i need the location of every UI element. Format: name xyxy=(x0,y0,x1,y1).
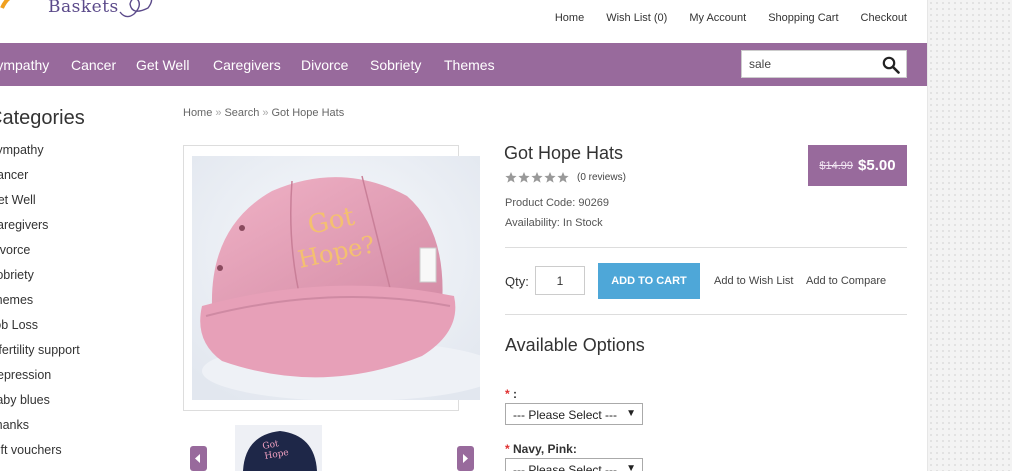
breadcrumb-home[interactable]: Home xyxy=(183,107,212,119)
category-item[interactable]: Gift vouchers xyxy=(0,444,80,469)
product-code-value: 90269 xyxy=(578,197,609,209)
logo-swirl-icon xyxy=(119,0,153,18)
option-select-value: --- Please Select --- xyxy=(513,463,618,471)
chevron-left-icon xyxy=(195,454,200,463)
star-icon xyxy=(518,172,530,183)
reviews-link[interactable]: (0 reviews) xyxy=(577,172,626,183)
price-box: $14.99 $5.00 xyxy=(808,145,907,186)
category-item[interactable]: Get Well xyxy=(0,194,80,219)
availability-label: Availability: xyxy=(505,217,560,229)
option-label-text: : xyxy=(513,387,518,401)
top-links: Home Wish List (0) My Account Shopping C… xyxy=(555,12,907,24)
search-box xyxy=(741,50,907,78)
add-to-cart-button[interactable]: ADD TO CART xyxy=(598,263,700,299)
page-gutter xyxy=(927,0,1012,471)
breadcrumb-current[interactable]: Got Hope Hats xyxy=(271,107,344,119)
price-old: $14.99 xyxy=(819,159,854,172)
category-item[interactable]: Baby blues xyxy=(0,394,80,419)
categories-title: Categories xyxy=(0,107,85,129)
category-item[interactable]: Job Loss xyxy=(0,319,80,344)
nav-item-divorce[interactable]: Divorce xyxy=(301,57,348,73)
star-icon xyxy=(531,172,543,183)
nav-item-caregivers[interactable]: Caregivers xyxy=(213,57,281,73)
required-marker: * xyxy=(505,387,510,401)
breadcrumb-separator: » xyxy=(215,107,222,119)
main-nav: Sympathy Cancer Get Well Caregivers Divo… xyxy=(0,43,927,86)
divider xyxy=(505,314,907,315)
thumbnail-next-button[interactable] xyxy=(457,446,474,471)
option-select-color[interactable]: --- Please Select --- ▼ xyxy=(505,458,643,471)
rating-stars xyxy=(505,172,569,183)
category-item[interactable]: Thanks xyxy=(0,419,80,444)
available-options-title: Available Options xyxy=(505,335,645,355)
product-title: Got Hope Hats xyxy=(504,143,624,163)
option-label-navy-pink: * Navy, Pink: xyxy=(505,442,577,456)
product-thumbnail-navy-hat[interactable]: Got Hope xyxy=(235,425,322,471)
add-to-compare-link[interactable]: Add to Compare xyxy=(806,275,886,287)
top-link-wishlist[interactable]: Wish List (0) xyxy=(606,12,667,24)
availability-value: In Stock xyxy=(562,217,603,229)
star-icon xyxy=(544,172,556,183)
nav-item-themes[interactable]: Themes xyxy=(444,57,495,73)
nav-item-sympathy[interactable]: Sympathy xyxy=(0,57,49,73)
category-item[interactable]: Cancer xyxy=(0,169,80,194)
divider xyxy=(505,247,907,248)
add-to-wishlist-link[interactable]: Add to Wish List xyxy=(714,275,793,287)
dropdown-arrow-icon: ▼ xyxy=(626,463,636,471)
category-item[interactable]: Themes xyxy=(0,294,80,319)
option-select[interactable]: --- Please Select --- ▼ xyxy=(505,403,643,425)
price-new: $5.00 xyxy=(858,157,896,174)
option-select-value: --- Please Select --- xyxy=(513,408,618,422)
category-item[interactable]: Depression xyxy=(0,369,80,394)
category-item[interactable]: Divorce xyxy=(0,244,80,269)
star-icon xyxy=(557,172,569,183)
product-code: Product Code: 90269 xyxy=(505,197,609,209)
category-item[interactable]: Infertility support xyxy=(0,344,80,369)
thumbnail-prev-button[interactable] xyxy=(190,446,207,471)
top-link-checkout[interactable]: Checkout xyxy=(861,12,907,24)
availability: Availability: In Stock xyxy=(505,217,603,229)
category-item[interactable]: Caregivers xyxy=(0,219,80,244)
nav-item-sobriety[interactable]: Sobriety xyxy=(370,57,421,73)
breadcrumb-search[interactable]: Search xyxy=(224,107,259,119)
category-item[interactable]: Sympathy xyxy=(0,144,80,169)
top-link-cart[interactable]: Shopping Cart xyxy=(768,12,838,24)
chevron-right-icon xyxy=(463,454,468,463)
logo-mark-icon xyxy=(0,0,11,9)
product-image-pink-hat: Got Hope? xyxy=(192,156,480,400)
breadcrumb-separator: » xyxy=(262,107,269,119)
dropdown-arrow-icon: ▼ xyxy=(626,408,636,419)
required-marker: * xyxy=(505,442,510,456)
product-image-frame[interactable]: Got Hope? xyxy=(183,145,480,411)
product-rating: (0 reviews) xyxy=(505,172,626,183)
option-label-text: Navy, Pink: xyxy=(513,442,577,456)
search-input[interactable] xyxy=(742,51,872,77)
logo-text: Baskets xyxy=(48,0,119,17)
option-label: * : xyxy=(505,387,517,401)
product-code-label: Product Code: xyxy=(505,197,576,209)
nav-item-get-well[interactable]: Get Well xyxy=(136,57,189,73)
thumbnail-image: Got Hope xyxy=(235,425,322,471)
top-link-home[interactable]: Home xyxy=(555,12,584,24)
category-list: Sympathy Cancer Get Well Caregivers Divo… xyxy=(0,144,80,469)
breadcrumb: Home» Search» Got Hope Hats xyxy=(183,107,344,119)
qty-input[interactable] xyxy=(535,266,585,295)
category-item[interactable]: Sobriety xyxy=(0,269,80,294)
top-link-account[interactable]: My Account xyxy=(689,12,746,24)
search-icon[interactable] xyxy=(882,56,900,74)
nav-item-cancer[interactable]: Cancer xyxy=(71,57,116,73)
star-icon xyxy=(505,172,517,183)
qty-label: Qty: xyxy=(505,274,529,289)
